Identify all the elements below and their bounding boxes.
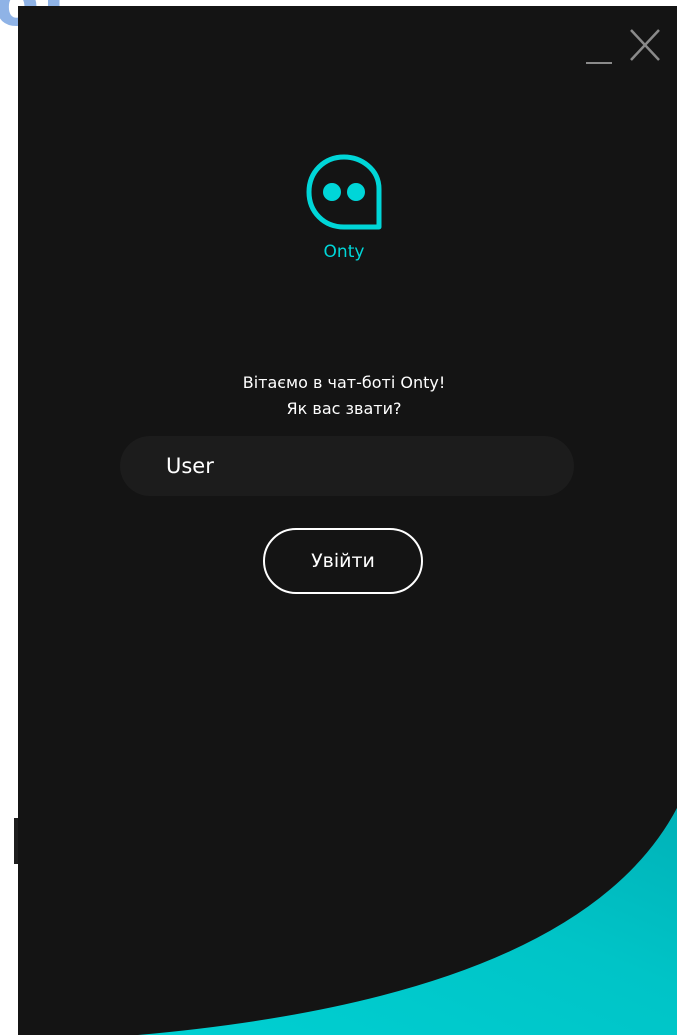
minimize-icon <box>586 62 612 64</box>
login-button[interactable]: Увійти <box>263 528 423 594</box>
chat-bot-face-icon <box>306 154 382 230</box>
welcome-line-2: Як вас звати? <box>286 399 402 418</box>
logo-name: Onty <box>323 242 365 262</box>
close-icon <box>630 29 660 61</box>
close-button[interactable] <box>626 26 664 66</box>
login-window: Onty Вітаємо в чат-боті Onty! Як вас зва… <box>18 6 677 1035</box>
screen: ot <box>0 0 677 1035</box>
name-input[interactable] <box>120 436 574 496</box>
welcome-message: Вітаємо в чат-боті Onty! Як вас звати? <box>148 370 540 422</box>
minimize-button[interactable] <box>584 26 614 66</box>
logo <box>304 152 384 232</box>
welcome-line-1: Вітаємо в чат-боті Onty! <box>242 373 446 392</box>
